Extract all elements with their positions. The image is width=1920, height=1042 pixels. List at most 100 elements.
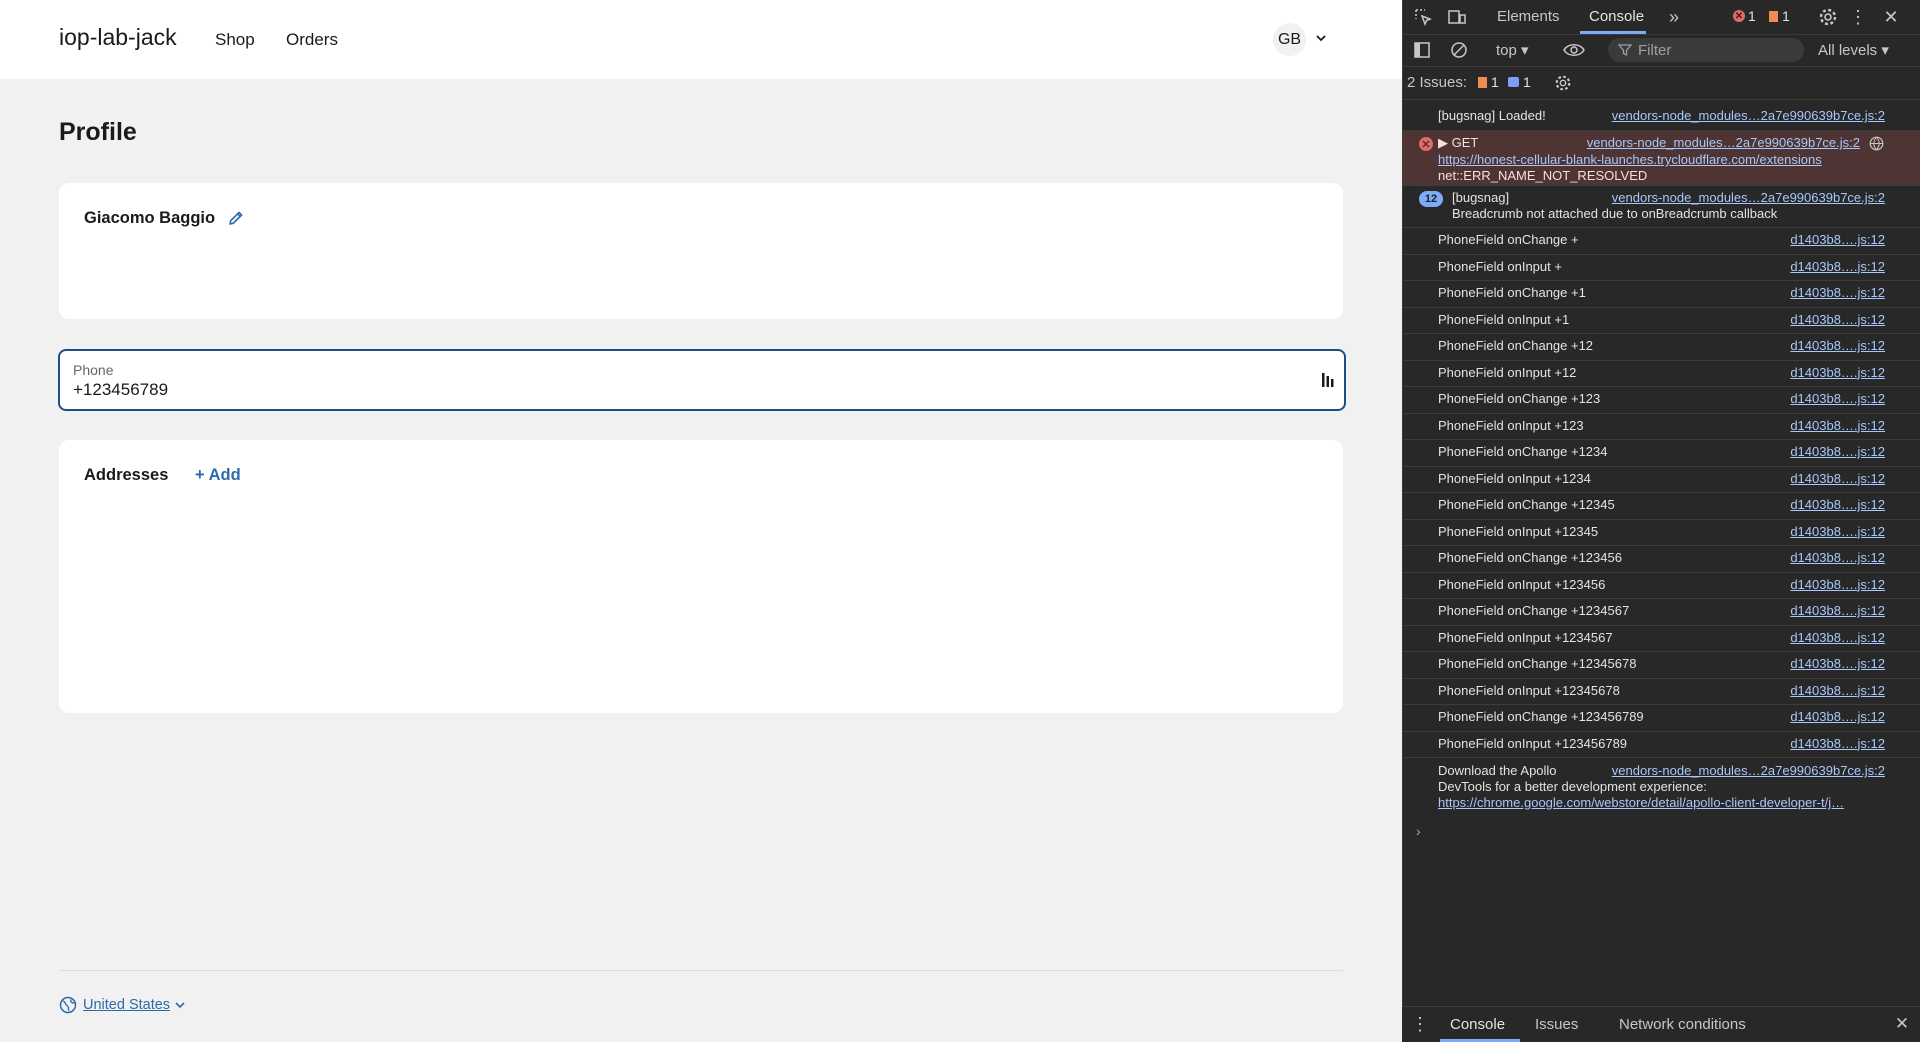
close-icon[interactable]: ✕ <box>1892 1014 1912 1034</box>
tab-console[interactable]: Console <box>1589 8 1644 25</box>
log-source-link[interactable]: d1403b8….js:12 <box>1790 232 1885 247</box>
user-avatar[interactable]: GB <box>1273 23 1306 56</box>
store-brand[interactable]: iop-lab-jack <box>59 24 177 51</box>
error-count-badge[interactable]: ✕ 1 <box>1733 8 1756 24</box>
tab-elements[interactable]: Elements <box>1497 8 1560 25</box>
warning-icon <box>1769 10 1778 22</box>
inspect-element-icon[interactable] <box>1412 6 1434 28</box>
console-prompt[interactable]: › <box>1416 823 1421 839</box>
kebab-menu-icon[interactable]: ⋮ <box>1849 6 1867 28</box>
log-source-link[interactable]: d1403b8….js:12 <box>1790 630 1885 645</box>
top-navigation-bar: iop-lab-jack Shop Orders GB <box>0 0 1402 79</box>
close-icon[interactable]: ✕ <box>1880 6 1902 28</box>
phone-field[interactable]: Phone +123456789 <box>58 349 1346 411</box>
log-text: [bugsnag] <box>1452 190 1510 205</box>
nav-link-orders[interactable]: Orders <box>286 30 338 50</box>
log-source-link[interactable]: d1403b8….js:12 <box>1790 577 1885 592</box>
console-message: PhoneField onChange +1234567 d1403b8….js:… <box>1402 599 1920 626</box>
devtools-main-toolbar: Elements Console » ✕ 1 1 ⋮ ✕ <box>1402 0 1920 35</box>
log-source-link[interactable]: d1403b8….js:12 <box>1790 603 1885 618</box>
apollo-devtools-link[interactable]: https://chrome.google.com/webstore/detai… <box>1438 795 1888 810</box>
error-count: 1 <box>1748 8 1756 24</box>
filter-placeholder: Filter <box>1638 41 1672 59</box>
country-selector[interactable]: United States <box>59 996 187 1014</box>
console-message: PhoneField onChange +12345 d1403b8….js:12 <box>1402 493 1920 520</box>
chevron-down-icon[interactable] <box>1314 31 1328 45</box>
add-address-button[interactable]: + Add <box>195 466 241 485</box>
country-label[interactable]: United States <box>83 997 170 1013</box>
addresses-card: Addresses + Add <box>59 440 1343 713</box>
log-text: PhoneField onChange +123456789 <box>1438 709 1644 724</box>
log-source-link[interactable]: d1403b8….js:12 <box>1790 312 1885 327</box>
log-levels-dropdown[interactable]: All levels ▾ <box>1818 41 1889 59</box>
issues-warning-count: 1 <box>1491 74 1499 90</box>
eye-icon[interactable] <box>1562 40 1586 60</box>
log-source-link[interactable]: vendors-node_modules…2a7e990639b7ce.js:2 <box>1612 190 1885 205</box>
drawer-tab-network-conditions[interactable]: Network conditions <box>1619 1016 1746 1033</box>
drawer-tab-issues[interactable]: Issues <box>1535 1016 1578 1033</box>
autofill-icon[interactable] <box>1320 371 1336 389</box>
log-source-link[interactable]: d1403b8….js:12 <box>1790 497 1885 512</box>
drawer-tab-console[interactable]: Console <box>1450 1016 1505 1033</box>
log-source-link[interactable]: d1403b8….js:12 <box>1790 736 1885 751</box>
console-message: PhoneField onInput +12 d1403b8….js:12 <box>1402 361 1920 387</box>
console-message: PhoneField onInput +123456 d1403b8….js:12 <box>1402 573 1920 599</box>
network-request-icon[interactable] <box>1868 135 1884 151</box>
log-text: PhoneField onInput +12345678 <box>1438 682 1620 698</box>
console-message: PhoneField onChange +1234 d1403b8….js:12 <box>1402 440 1920 467</box>
console-message: PhoneField onChange +1 d1403b8….js:12 <box>1402 281 1920 308</box>
issues-info-badge[interactable]: 1 <box>1508 74 1531 90</box>
log-source-link[interactable]: d1403b8….js:12 <box>1790 259 1885 274</box>
devtools-panel: Elements Console » ✕ 1 1 ⋮ ✕ top ▾ Filter <box>1402 0 1920 1042</box>
console-message: PhoneField onChange +12345678 d1403b8….js… <box>1402 652 1920 679</box>
log-source-link[interactable]: d1403b8….js:12 <box>1790 338 1885 353</box>
log-text: PhoneField onInput +1 <box>1438 311 1570 327</box>
log-detail: Breadcrumb not attached due to onBreadcr… <box>1452 206 1778 221</box>
sidebar-toggle-icon[interactable] <box>1412 40 1432 60</box>
console-filter-input[interactable]: Filter <box>1608 38 1804 62</box>
issues-warning-badge[interactable]: 1 <box>1478 74 1499 90</box>
console-message: PhoneField onInput +123 d1403b8….js:12 <box>1402 414 1920 440</box>
kebab-menu-icon[interactable]: ⋮ <box>1411 1014 1429 1034</box>
more-tabs-icon[interactable]: » <box>1664 6 1684 28</box>
log-source-link[interactable]: d1403b8….js:12 <box>1790 709 1885 724</box>
log-source-link[interactable]: d1403b8….js:12 <box>1790 444 1885 459</box>
log-source-link[interactable]: d1403b8….js:12 <box>1790 285 1885 300</box>
log-source-link[interactable]: d1403b8….js:12 <box>1790 550 1885 565</box>
filter-icon <box>1618 44 1632 57</box>
console-message: PhoneField onInput + d1403b8….js:12 <box>1402 255 1920 281</box>
pencil-icon[interactable] <box>225 207 247 229</box>
error-url-link[interactable]: https://honest-cellular-blank-launches.t… <box>1438 152 1822 167</box>
clear-console-icon[interactable] <box>1449 40 1469 60</box>
console-message: PhoneField onInput +12345 d1403b8….js:12 <box>1402 520 1920 546</box>
log-text[interactable]: ▶ GET <box>1438 135 1478 151</box>
page-title: Profile <box>59 118 137 146</box>
error-detail: net::ERR_NAME_NOT_RESOLVED <box>1438 168 1648 183</box>
gear-icon[interactable] <box>1552 72 1574 94</box>
log-source-link[interactable]: d1403b8….js:12 <box>1790 656 1885 671</box>
phone-label: Phone <box>73 362 114 378</box>
log-text: [bugsnag] Loaded! <box>1438 108 1546 123</box>
error-icon: ✕ <box>1733 10 1745 22</box>
log-source-link[interactable]: d1403b8….js:12 <box>1790 365 1885 380</box>
context-selector[interactable]: top ▾ <box>1496 41 1529 59</box>
profile-name: Giacomo Baggio <box>84 209 216 227</box>
log-source-link[interactable]: vendors-node_modules…2a7e990639b7ce.js:2 <box>1587 135 1860 150</box>
log-source-link[interactable]: vendors-node_modules…2a7e990639b7ce.js:2 <box>1612 763 1885 778</box>
warning-count-badge[interactable]: 1 <box>1769 8 1790 24</box>
log-source-link[interactable]: d1403b8….js:12 <box>1790 683 1885 698</box>
console-message: PhoneField onChange +12 d1403b8….js:12 <box>1402 334 1920 361</box>
log-text: PhoneField onChange +1 <box>1438 285 1586 300</box>
error-icon: ✕ <box>1419 137 1433 151</box>
gear-icon[interactable] <box>1817 6 1839 28</box>
log-source-link[interactable]: vendors-node_modules…2a7e990639b7ce.js:2 <box>1612 108 1885 123</box>
nav-link-shop[interactable]: Shop <box>215 30 255 50</box>
log-source-link[interactable]: d1403b8….js:12 <box>1790 418 1885 433</box>
phone-input[interactable]: +123456789 <box>73 380 168 400</box>
log-text: PhoneField onChange +12345678 <box>1438 656 1637 671</box>
log-source-link[interactable]: d1403b8….js:12 <box>1790 524 1885 539</box>
device-toolbar-icon[interactable] <box>1446 6 1468 28</box>
log-source-link[interactable]: d1403b8….js:12 <box>1790 391 1885 406</box>
log-source-link[interactable]: d1403b8….js:12 <box>1790 471 1885 486</box>
chevron-down-icon <box>175 1002 185 1009</box>
